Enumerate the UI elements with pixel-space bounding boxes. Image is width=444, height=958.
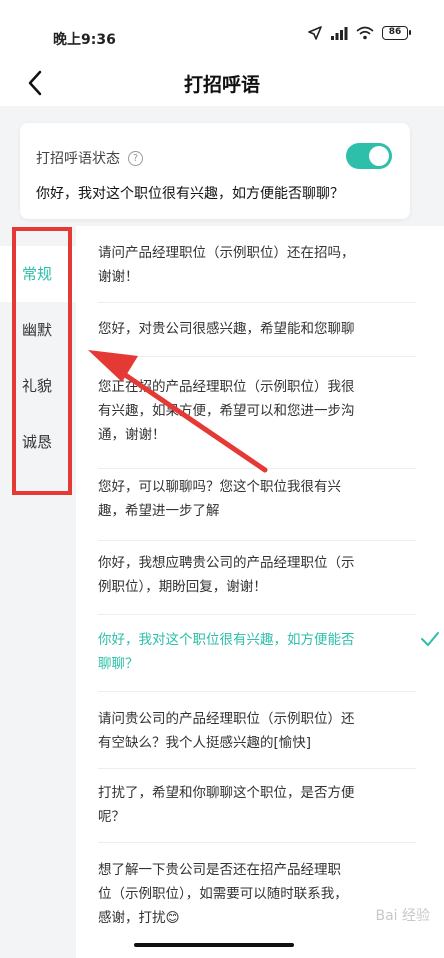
greeting-item-line: 您好，对贵公司很感兴趣，希望能和您聊聊 [98,321,355,337]
greeting-item-line: 通，谢谢！ [98,427,166,443]
nav-bar: 打招呼语 [0,60,444,106]
location-icon [308,26,322,40]
toggle-knob [369,146,389,166]
greeting-item-line: 请问贵公司的产品经理职位（示例职位）还 [98,711,355,727]
greeting-item[interactable]: 请问产品经理职位（示例职位）还在招吗， 谢谢！ [98,241,416,303]
battery-icon: 86 [382,26,411,40]
annotation-highlight-box [12,227,72,495]
signal-icon [331,27,348,40]
greeting-item-line: 您正在招的产品经理职位（示例职位）我很 [98,379,355,395]
greeting-item-line: 您好，可以聊聊吗？您这个职位我很有兴 [98,479,341,495]
greeting-item-line: 感谢，打扰😊 [98,910,180,926]
check-icon [421,632,439,646]
greeting-item-line: 你好，我对这个职位很有兴趣，如方便能否 [98,632,355,648]
greeting-item-line: 你好，我想应聘贵公司的产品经理职位（示 [98,555,355,571]
home-indicator[interactable] [134,943,294,947]
watermark: Bai 经验 [375,908,430,924]
greeting-item[interactable]: 您好，可以聊聊吗？您这个职位我很有兴 趣，希望进一步了解 [98,475,416,541]
current-greeting-text: 你好，我对这个职位很有兴趣，如方便能否聊聊？ [36,186,344,202]
status-icons: 86 [308,26,411,40]
greeting-item-line: 趣，希望进一步了解 [98,503,220,519]
greeting-item-line: 聊聊？ [98,656,139,672]
status-time: 晚上9:36 [53,32,116,48]
wifi-icon [356,26,374,40]
greeting-status-label-row: 打招呼语状态 ? [36,148,143,168]
greeting-item[interactable]: 想了解一下贵公司是否还在招产品经理职 位（示例职位），如需要可以随时联系我， 感… [98,858,416,936]
greeting-item-line: 谢谢！ [98,269,139,285]
greeting-list: 请问产品经理职位（示例职位）还在招吗， 谢谢！ 您好，对贵公司很感兴趣，希望能和… [76,226,444,958]
greeting-item-line: 有兴趣，如果方便，希望可以和您进一步沟 [98,403,355,419]
page-title: 打招呼语 [183,74,260,96]
greeting-item-line: 呢？ [98,809,125,825]
greeting-item[interactable]: 打扰了，希望和你聊聊这个职位，是否方便 呢？ [98,781,416,843]
greeting-item-line: 请问产品经理职位（示例职位）还在招吗， [98,245,355,261]
greeting-item[interactable]: 你好，我想应聘贵公司的产品经理职位（示 例职位），期盼回复，谢谢！ [98,551,416,615]
greeting-item-line: 位（示例职位），如需要可以随时联系我， [98,886,348,902]
status-bar: 晚上9:36 86 [0,0,444,60]
help-icon[interactable]: ? [128,150,143,166]
greeting-status-toggle[interactable] [346,143,392,169]
greeting-item[interactable]: 您好，对贵公司很感兴趣，希望能和您聊聊 [98,317,416,357]
greeting-item-line: 有空缺么？我个人挺感兴趣的[愉快] [98,735,312,751]
greeting-item-line: 例职位），期盼回复，谢谢！ [98,579,267,595]
greeting-item-line: 打扰了，希望和你聊聊这个职位，是否方便 [98,785,355,801]
greeting-status-card: 打招呼语状态 ? 你好，我对这个职位很有兴趣，如方便能否聊聊？ [20,123,410,219]
greeting-status-label: 打招呼语状态 [36,151,120,167]
greeting-item-line: 想了解一下贵公司是否还在招产品经理职 [98,862,341,878]
greeting-item[interactable]: 请问贵公司的产品经理职位（示例职位）还 有空缺么？我个人挺感兴趣的[愉快] [98,707,416,769]
greeting-item[interactable]: 您正在招的产品经理职位（示例职位）我很 有兴趣，如果方便，希望可以和您进一步沟 … [98,375,416,469]
greeting-item-selected[interactable]: 你好，我对这个职位很有兴趣，如方便能否 聊聊？ [98,628,439,692]
